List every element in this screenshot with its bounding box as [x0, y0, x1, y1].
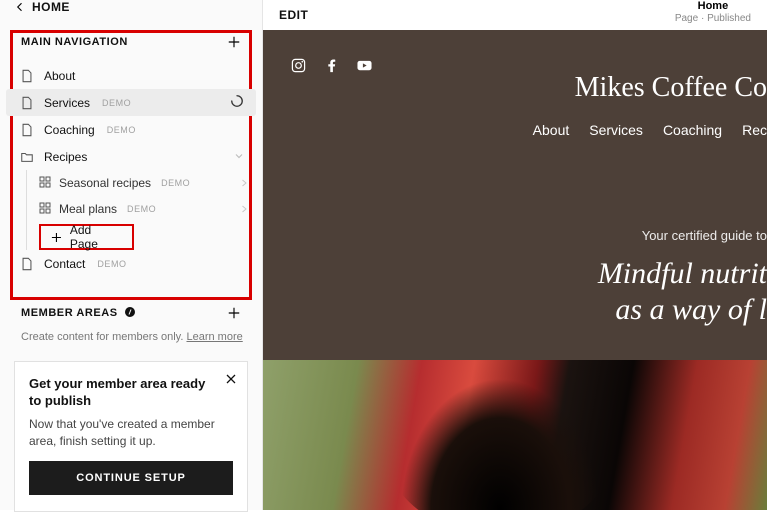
headline-line2: as a way of l [291, 293, 767, 327]
sub-label: Seasonal recipes [59, 176, 151, 190]
plus-icon [227, 306, 241, 320]
nav-item-recipes[interactable]: Recipes [6, 143, 256, 170]
grid-icon [39, 202, 51, 217]
page-icon [20, 96, 34, 110]
nav-item-about[interactable]: About [6, 62, 256, 89]
grid-icon [39, 176, 51, 191]
close-icon [225, 373, 237, 385]
main-pane: EDIT Home Page · Published Mikes Coffee … [263, 0, 767, 510]
card-close-button[interactable] [225, 372, 237, 390]
card-title: Get your member area ready to publish [29, 376, 233, 410]
site-title: Mikes Coffee Co [291, 72, 767, 104]
nav-label: Contact [44, 257, 85, 271]
add-section-button[interactable] [224, 32, 244, 52]
nav-label: Coaching [44, 123, 95, 137]
nav-label: About [44, 69, 75, 83]
demo-tag: DEMO [97, 259, 126, 269]
page-icon [20, 69, 34, 83]
site-nav-coaching[interactable]: Coaching [663, 122, 722, 138]
loading-spinner-icon [230, 94, 244, 111]
subnav-seasonal[interactable]: Seasonal recipes DEMO [29, 170, 256, 196]
member-subtitle: Create content for members only. [21, 331, 186, 343]
sidebar: HOME MAIN NAVIGATION About Services DEMO… [0, 0, 263, 510]
plus-icon [227, 35, 241, 49]
nav-item-services[interactable]: Services DEMO [6, 89, 256, 116]
main-nav-title: MAIN NAVIGATION [21, 36, 128, 48]
status-sub: Page · Published [675, 13, 751, 25]
setup-card: Get your member area ready to publish No… [14, 361, 248, 512]
hero-image [263, 360, 767, 510]
chevron-down-icon [234, 150, 244, 164]
demo-tag: DEMO [102, 98, 131, 108]
plus-icon [51, 232, 62, 243]
nav-label: Recipes [44, 150, 87, 164]
site-preview[interactable]: Mikes Coffee Co About Services Coaching … [263, 30, 767, 510]
nav-label: Services [44, 96, 90, 110]
chevron-right-icon [240, 202, 248, 216]
chevron-right-icon [240, 176, 248, 190]
recipes-sublist: Seasonal recipes DEMO Meal plans DEMO Ad… [26, 170, 256, 250]
add-page-label: Add Page [70, 223, 122, 251]
chevron-left-icon [14, 1, 26, 13]
page-icon [20, 123, 34, 137]
back-home-button[interactable]: HOME [0, 0, 262, 14]
hero-section: Mikes Coffee Co About Services Coaching … [263, 30, 767, 360]
edit-button[interactable]: EDIT [279, 8, 308, 22]
site-nav-about[interactable]: About [533, 122, 570, 138]
card-body: Now that you've created a member area, f… [29, 416, 233, 450]
nav-item-coaching[interactable]: Coaching DEMO [6, 116, 256, 143]
add-page-button[interactable]: Add Page [39, 224, 134, 250]
demo-tag: DEMO [161, 178, 190, 188]
back-label: HOME [32, 0, 70, 14]
headline-line1: Mindful nutrit [291, 257, 767, 291]
page-icon [20, 257, 34, 271]
member-areas-title: MEMBER AREAS [21, 307, 118, 319]
demo-tag: DEMO [127, 204, 156, 214]
page-status: Home Page · Published [675, 0, 751, 25]
subnav-mealplans[interactable]: Meal plans DEMO [29, 196, 256, 222]
info-icon[interactable] [124, 306, 136, 321]
learn-more-link[interactable]: Learn more [186, 331, 242, 343]
site-nav: About Services Coaching Rec [291, 122, 767, 138]
site-nav-services[interactable]: Services [589, 122, 643, 138]
site-nav-recipes[interactable]: Rec [742, 122, 767, 138]
tagline: Your certified guide to [291, 228, 767, 243]
sub-label: Meal plans [59, 202, 117, 216]
continue-setup-button[interactable]: CONTINUE SETUP [29, 461, 233, 495]
add-member-area-button[interactable] [224, 303, 244, 323]
demo-tag: DEMO [107, 125, 136, 135]
status-title: Home [675, 0, 751, 13]
folder-icon [20, 150, 34, 164]
nav-item-contact[interactable]: Contact DEMO [6, 250, 256, 277]
